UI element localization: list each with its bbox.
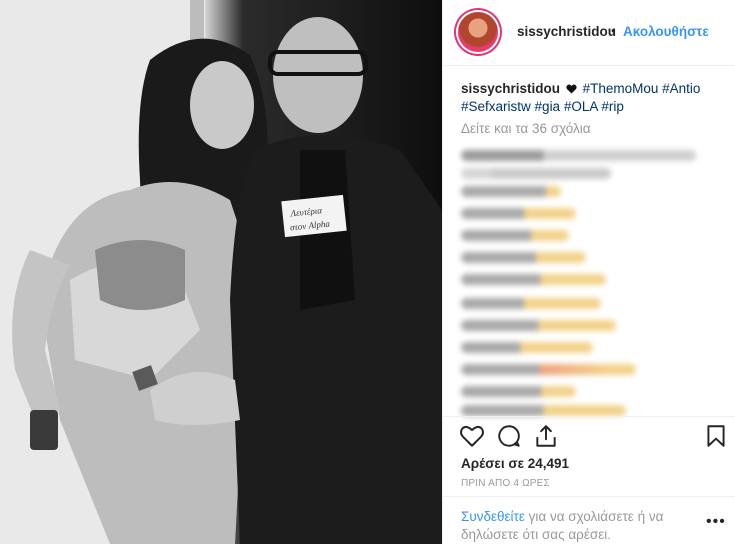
blurred-comment — [461, 150, 696, 161]
blurred-comment — [461, 405, 626, 416]
follow-button[interactable]: Ακολουθήστε — [623, 24, 709, 39]
hashtag[interactable]: #ThemoMou — [583, 81, 659, 96]
hashtag[interactable]: #Antio — [662, 81, 700, 96]
photo-image: Λευτέρια στον Alpha — [0, 0, 442, 544]
share-icon[interactable] — [533, 423, 559, 449]
blurred-comment — [461, 298, 601, 309]
blurred-comment — [461, 208, 576, 219]
post-side-panel: sissychristidou • Ακολουθήστε sissychris… — [442, 0, 735, 544]
black-heart-icon — [566, 84, 577, 94]
view-all-comments-link[interactable]: Δείτε και τα 36 σχόλια — [461, 121, 591, 136]
heart-icon[interactable] — [459, 423, 485, 449]
caption-username[interactable]: sissychristidou — [461, 81, 560, 96]
hashtag[interactable]: #gia — [535, 99, 561, 114]
post-photo[interactable]: Λευτέρια στον Alpha — [0, 0, 442, 544]
hashtag[interactable]: #OLA — [564, 99, 598, 114]
hashtag[interactable]: #rip — [601, 99, 624, 114]
hashtag[interactable]: #Sefxaristw — [461, 99, 531, 114]
blurred-comment — [461, 168, 611, 179]
login-prompt: Συνδεθείτε για να σχολιάσετε ή να δηλώσε… — [461, 508, 701, 544]
post-caption: sissychristidou #ThemoMou #Antio #Sefxar… — [461, 80, 723, 116]
blurred-comment — [461, 320, 616, 331]
blurred-comment — [461, 364, 636, 375]
more-options-icon[interactable]: ••• — [706, 513, 726, 531]
comment-icon[interactable] — [496, 423, 522, 449]
avatar[interactable] — [458, 12, 498, 52]
login-link[interactable]: Συνδεθείτε — [461, 509, 525, 524]
header-username[interactable]: sissychristidou — [517, 24, 616, 39]
blurred-comment — [461, 274, 606, 285]
blurred-comment — [461, 186, 561, 197]
action-bar — [443, 416, 735, 457]
blurred-comment — [461, 342, 593, 353]
blurred-comment — [461, 230, 569, 241]
blurred-comment — [461, 252, 586, 263]
likes-count[interactable]: Αρέσει σε 24,491 — [461, 456, 569, 471]
blurred-comment — [461, 386, 576, 397]
bookmark-icon[interactable] — [703, 423, 729, 449]
post-timestamp: ΠΡΙΝ ΑΠΟ 4 ΩΡΕΣ — [461, 478, 550, 489]
header-separator: • — [611, 23, 616, 38]
